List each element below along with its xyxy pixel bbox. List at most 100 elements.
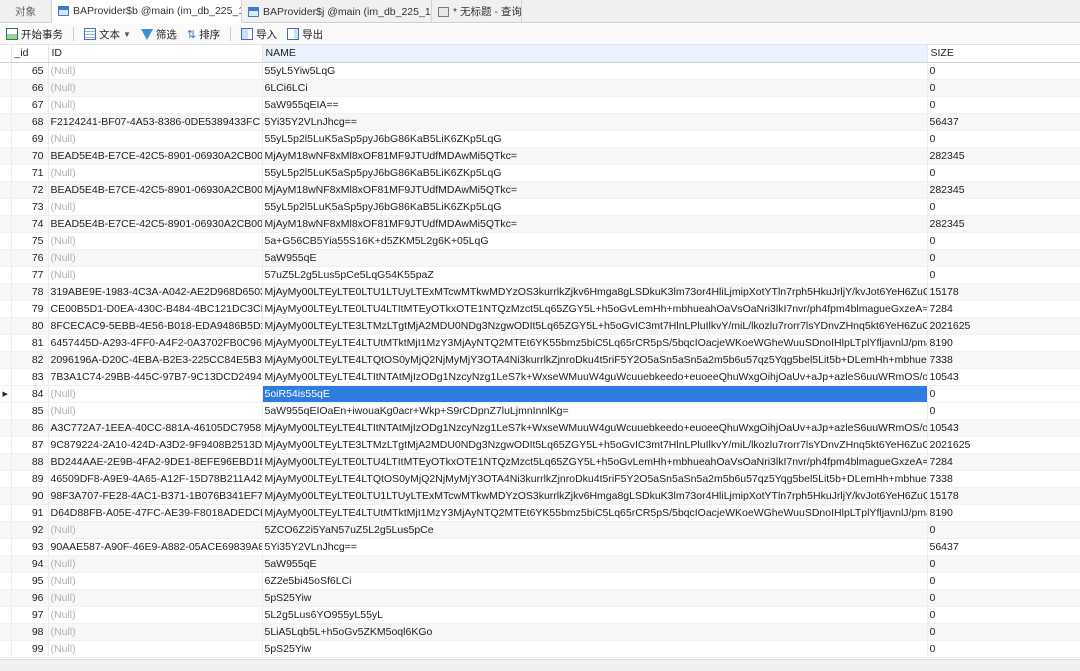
table-row[interactable]: 66 (Null) 6LCi6LCi 0 xyxy=(0,79,1080,97)
table-row[interactable]: 98 (Null) 5LiA5Lqb5L+h5oGv5ZKM5oql6KGo 0 xyxy=(0,623,1080,641)
table-row[interactable]: 72 BEAD5E4B-E7CE-42C5-8901-06930A2CB00C Mj… xyxy=(0,181,1080,199)
table-row[interactable]: 85 (Null) 5aW955qEIOaEn+iwouaKg0acr+Wkp+S9… xyxy=(0,402,1080,420)
cell-size[interactable]: 0 xyxy=(927,164,1080,182)
row-indicator[interactable] xyxy=(0,623,12,641)
row-indicator[interactable] xyxy=(0,504,12,522)
table-row[interactable]: 88 BD244AAE-2E9B-4FA2-9DE1-8EFE96EBD1BD Mj… xyxy=(0,453,1080,471)
cell-name[interactable]: 5aW955qE xyxy=(262,249,928,267)
cell-_id[interactable]: 96 xyxy=(11,589,49,607)
cell-name[interactable]: 55yL5p2l5LuK5aSp5pyJ6bG86KaB5LiK6ZKp5LqG xyxy=(262,130,928,148)
cell-name[interactable]: MjAyMy00LTEyLTE4LTUtMTktMjI1MzY3MjAyNTQ2… xyxy=(262,504,928,522)
cell-id[interactable]: (Null) xyxy=(48,249,263,267)
cell-id[interactable]: BD244AAE-2E9B-4FA2-9DE1-8EFE96EBD1BD xyxy=(48,453,263,471)
cell-id[interactable]: 7B3A1C74-29BB-445C-97B7-9C13DCD24940 xyxy=(48,368,263,386)
cell-id[interactable]: (Null) xyxy=(48,589,263,607)
tab-objects[interactable]: 对象 xyxy=(0,0,52,23)
cell-name[interactable]: MjAyMy00LTEyLTE4LTItNTAtMjIzODg1NzcyNzg1… xyxy=(262,368,928,386)
cell-name[interactable]: MjAyM18wNF8xMl8xOF81MF9JTUdfMDAwMi5QTkc= xyxy=(262,215,928,233)
cell-_id[interactable]: 69 xyxy=(11,130,49,148)
cell-id[interactable]: 6457445D-A293-4FF0-A4F2-0A3702FB0C96 xyxy=(48,334,263,352)
cell-_id[interactable]: 84 xyxy=(11,385,49,403)
cell-size[interactable]: 7338 xyxy=(927,351,1080,369)
cell-id[interactable]: 2096196A-D20C-4EBA-B2E3-225CC84E5B32 xyxy=(48,351,263,369)
cell-_id[interactable]: 68 xyxy=(11,113,49,131)
current-row-arrow-icon[interactable]: ▶ xyxy=(0,385,12,403)
horizontal-scrollbar[interactable] xyxy=(0,659,1080,671)
cell-size[interactable]: 0 xyxy=(927,521,1080,539)
row-indicator[interactable] xyxy=(0,470,12,488)
cell-name[interactable]: 5aW955qEIOaEn+iwouaKg0acr+Wkp+S9rCDpnZ7l… xyxy=(262,402,928,420)
table-row[interactable]: 71 (Null) 55yL5p2l5LuK5aSp5pyJ6bG86KaB5LiK… xyxy=(0,164,1080,182)
table-row[interactable]: 65 (Null) 55yL5Yiw5LqG 0 xyxy=(0,62,1080,80)
cell-name[interactable]: MjAyMy00LTEyLTE0LTU4LTItMTEyOTkxOTE1NTQz… xyxy=(262,300,928,318)
cell-size[interactable]: 0 xyxy=(927,640,1080,658)
row-indicator[interactable] xyxy=(0,640,12,658)
text-button[interactable]: 文本 ▼ xyxy=(84,27,131,42)
cell-id[interactable]: 98F3A707-FE28-4AC1-B371-1B076B341EF7 xyxy=(48,487,263,505)
row-indicator[interactable] xyxy=(0,147,12,165)
cell-name[interactable]: 5pS25Yiw xyxy=(262,640,928,658)
cell-name[interactable]: MjAyMy00LTEyLTE0LTU1LTUyLTExMTcwMTkwMDYz… xyxy=(262,283,928,301)
cell-name[interactable]: 57uZ5L2g5Lus5pCe5LqG54K55paZ xyxy=(262,266,928,284)
cell-id[interactable]: (Null) xyxy=(48,640,263,658)
row-indicator[interactable] xyxy=(0,589,12,607)
cell-_id[interactable]: 72 xyxy=(11,181,49,199)
filter-button[interactable]: 筛选 xyxy=(140,27,177,42)
cell-size[interactable]: 15178 xyxy=(927,283,1080,301)
row-indicator[interactable] xyxy=(0,181,12,199)
table-row[interactable]: 96 (Null) 5pS25Yiw 0 xyxy=(0,589,1080,607)
row-indicator[interactable] xyxy=(0,538,12,556)
table-row[interactable]: 89 46509DF8-A9E9-4A65-A12F-15D78B211A42 Mj… xyxy=(0,470,1080,488)
table-row[interactable]: 69 (Null) 55yL5p2l5LuK5aSp5pyJ6bG86KaB5LiK… xyxy=(0,130,1080,148)
row-indicator[interactable] xyxy=(0,572,12,590)
cell-name[interactable]: MjAyM18wNF8xMl8xOF81MF9JTUdfMDAwMi5QTkc= xyxy=(262,181,928,199)
cell-id[interactable]: 319ABE9E-1983-4C3A-A042-AE2D968D6503 xyxy=(48,283,263,301)
cell-name[interactable]: 6Z2e5bi45oSf6LCi xyxy=(262,572,928,590)
cell-size[interactable]: 0 xyxy=(927,266,1080,284)
table-row[interactable]: 92 (Null) 5ZCO6Z2i5YaN57uZ5L2g5Lus5pCe 0 xyxy=(0,521,1080,539)
cell-size[interactable]: 0 xyxy=(927,402,1080,420)
cell-size[interactable]: 0 xyxy=(927,79,1080,97)
cell-size[interactable]: 7284 xyxy=(927,300,1080,318)
cell-name[interactable]: 5aW955qE xyxy=(262,555,928,573)
row-indicator[interactable] xyxy=(0,521,12,539)
cell-size[interactable]: 0 xyxy=(927,130,1080,148)
tab-baprovider-b[interactable]: BAProvider$b @main (im_db_225_18... xyxy=(52,0,242,23)
cell-id[interactable]: (Null) xyxy=(48,232,263,250)
cell-size[interactable]: 0 xyxy=(927,606,1080,624)
row-indicator[interactable] xyxy=(0,96,12,114)
cell-id[interactable]: CE00B5D1-D0EA-430C-B484-4BC121DC3CE2 xyxy=(48,300,263,318)
cell-size[interactable]: 0 xyxy=(927,96,1080,114)
cell-_id[interactable]: 92 xyxy=(11,521,49,539)
table-row[interactable]: 70 BEAD5E4B-E7CE-42C5-8901-06930A2CB00C Mj… xyxy=(0,147,1080,165)
cell-name[interactable]: 55yL5p2l5LuK5aSp5pyJ6bG86KaB5LiK6ZKp5LqG xyxy=(262,198,928,216)
cell-_id[interactable]: 71 xyxy=(11,164,49,182)
cell-name[interactable]: 55yL5Yiw5LqG xyxy=(262,62,928,80)
table-row[interactable]: 91 D64D88FB-A05E-47FC-AE39-F8018ADEDCE8 Mj… xyxy=(0,504,1080,522)
column-header-name[interactable]: NAME xyxy=(262,45,928,63)
cell-name[interactable]: MjAyMy00LTEyLTE4LTQtOS0yMjQ2NjMyMjY3OTA4… xyxy=(262,351,928,369)
cell-size[interactable]: 0 xyxy=(927,249,1080,267)
cell-id[interactable]: BEAD5E4B-E7CE-42C5-8901-06930A2CB00C xyxy=(48,215,263,233)
cell-_id[interactable]: 98 xyxy=(11,623,49,641)
table-row[interactable]: 78 319ABE9E-1983-4C3A-A042-AE2D968D6503 Mj… xyxy=(0,283,1080,301)
row-indicator[interactable] xyxy=(0,198,12,216)
cell-id[interactable]: (Null) xyxy=(48,164,263,182)
row-indicator[interactable] xyxy=(0,283,12,301)
cell-id[interactable]: (Null) xyxy=(48,130,263,148)
cell-id[interactable]: (Null) xyxy=(48,521,263,539)
row-indicator[interactable] xyxy=(0,130,12,148)
table-row[interactable]: 81 6457445D-A293-4FF0-A4F2-0A3702FB0C96 Mj… xyxy=(0,334,1080,352)
table-row[interactable]: 79 CE00B5D1-D0EA-430C-B484-4BC121DC3CE2 Mj… xyxy=(0,300,1080,318)
table-row[interactable]: 82 2096196A-D20C-4EBA-B2E3-225CC84E5B32 Mj… xyxy=(0,351,1080,369)
cell-size[interactable]: 8190 xyxy=(927,334,1080,352)
table-row[interactable]: 68 F2124241-BF07-4A53-8386-0DE5389433FC 5Y… xyxy=(0,113,1080,131)
row-indicator[interactable] xyxy=(0,555,12,573)
cell-name[interactable]: 5pS25Yiw xyxy=(262,589,928,607)
cell-size[interactable]: 56437 xyxy=(927,538,1080,556)
row-indicator[interactable] xyxy=(0,113,12,131)
cell-name[interactable]: 5a+G56CB5Yia55S16K+d5ZKM5L2g6K+05LqG xyxy=(262,232,928,250)
row-indicator[interactable] xyxy=(0,232,12,250)
cell-id[interactable]: BEAD5E4B-E7CE-42C5-8901-06930A2CB00C xyxy=(48,181,263,199)
cell-_id[interactable]: 78 xyxy=(11,283,49,301)
